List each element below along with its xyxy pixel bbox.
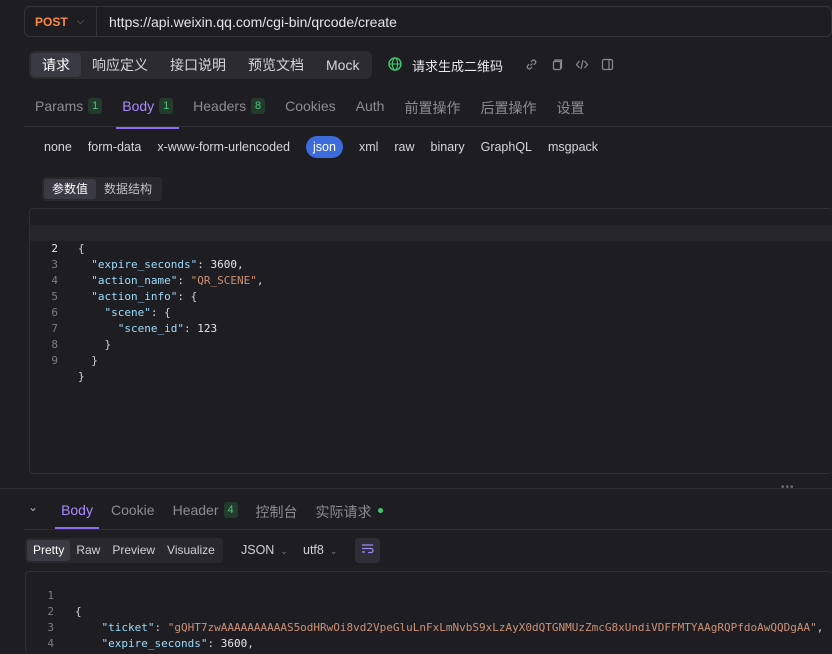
code-line: 1 { <box>30 209 832 255</box>
body-sub-tabs: 参数值 数据结构 <box>42 177 163 201</box>
format-select-value: JSON <box>241 543 275 557</box>
panel-divider[interactable] <box>0 488 832 489</box>
encoding-select-value: utf8 <box>303 543 324 557</box>
chevron-down-icon: ⌄ <box>329 546 338 556</box>
header-count-badge: 4 <box>223 502 238 518</box>
divider <box>24 126 832 127</box>
response-body-viewer[interactable]: 1 { 2 "ticket": "gQHT7zwAAAAAAAAAAS5odHR… <box>25 571 832 654</box>
request-url-bar: POST ⌵ https://api.weixin.qq.com/cgi-bin… <box>24 6 832 37</box>
method-label: POST <box>35 14 68 29</box>
body-type-form-data[interactable]: form-data <box>88 136 142 158</box>
tab-label: Header <box>172 502 219 518</box>
tab-api-description[interactable]: 接口说明 <box>159 53 237 77</box>
body-type-binary[interactable]: binary <box>431 136 465 158</box>
tab-headers[interactable]: Headers 8 <box>193 93 266 127</box>
body-count-badge: 1 <box>159 98 174 114</box>
encoding-select[interactable]: utf8 ⌄ <box>303 540 337 561</box>
body-type-none[interactable]: none <box>44 136 72 158</box>
request-body-editor[interactable]: 1 { 2 "expire_seconds": 3600, 3 "action_… <box>29 208 832 474</box>
tab-auth[interactable]: Auth <box>356 93 385 127</box>
response-tabs: ⌄ Body Cookie Header 4 控制台 实际请求 <box>28 497 392 529</box>
tab-raw[interactable]: Raw <box>70 540 106 561</box>
code-line: 5 } <box>26 636 832 654</box>
split-panel-icon[interactable] <box>601 58 614 74</box>
tab-preview[interactable]: Preview <box>106 540 161 561</box>
code-line: 2 "ticket": "gQHT7zwAAAAAAAAAAS5odHRwOi8… <box>26 588 832 634</box>
url-input[interactable]: https://api.weixin.qq.com/cgi-bin/qrcode… <box>97 14 397 30</box>
tab-label: Params <box>35 98 84 114</box>
tab-pretty[interactable]: Pretty <box>27 540 71 561</box>
divider <box>24 529 832 530</box>
body-type-raw[interactable]: raw <box>394 136 414 158</box>
wrap-icon <box>362 544 374 554</box>
method-select[interactable]: POST ⌵ <box>25 7 97 36</box>
tab-label: 实际请求 <box>315 504 372 520</box>
code-line: 9 } <box>30 337 832 383</box>
chevron-down-icon: ⌵ <box>76 16 85 27</box>
code-text: } <box>78 354 98 367</box>
code-line: 8 } <box>30 321 832 367</box>
chevron-down-icon: ⌄ <box>280 546 288 556</box>
tab-label: Body <box>122 98 155 114</box>
code-line: 7 } <box>30 305 832 351</box>
link-icon[interactable] <box>525 58 538 74</box>
collapse-chevron-icon[interactable]: ⌄ <box>28 500 38 514</box>
code-line: 5 "scene": { <box>30 273 832 319</box>
tab-response-body[interactable]: Body <box>55 497 99 529</box>
params-count-badge: 1 <box>88 98 103 114</box>
top-tab-group: 请求 响应定义 接口说明 预览文档 Mock <box>29 51 373 79</box>
code-line: 6 "scene_id": 123 <box>30 289 832 335</box>
tab-preview-docs[interactable]: 预览文档 <box>237 53 315 77</box>
code-text: } <box>78 370 85 383</box>
tab-label: Headers <box>193 98 247 114</box>
body-type-graphql[interactable]: GraphQL <box>481 136 532 158</box>
body-type-xml[interactable]: xml <box>359 136 378 158</box>
tab-response-cookie[interactable]: Cookie <box>111 497 155 529</box>
format-select[interactable]: JSON ⌄ <box>241 540 288 561</box>
body-type-urlencoded[interactable]: x-www-form-urlencoded <box>157 136 290 158</box>
headers-count-badge: 8 <box>251 98 266 114</box>
endpoint-header: 请求生成二维码 <box>388 56 614 75</box>
tab-actual-request[interactable]: 实际请求 <box>316 497 383 529</box>
endpoint-name: 请求生成二维码 <box>412 59 504 74</box>
code-line: 1 { <box>26 572 832 618</box>
tab-response-header[interactable]: Header 4 <box>173 497 238 529</box>
code-line: 4 "action_info": { <box>30 257 832 303</box>
globe-icon <box>388 57 402 74</box>
param-tabs: Params 1 Body 1 Headers 8 Cookies Auth 前置操作… <box>25 93 594 129</box>
code-line: 3 "expire_seconds": 3600, <box>26 604 832 650</box>
tab-settings[interactable]: 设置 <box>556 93 584 127</box>
tab-console[interactable]: 控制台 <box>256 497 298 529</box>
tab-body[interactable]: Body 1 <box>116 93 180 129</box>
status-dot-icon <box>377 508 383 513</box>
code-line: 3 "action_name": "QR_SCENE", <box>30 241 832 287</box>
copy-icon[interactable] <box>550 58 563 74</box>
tab-post-operations[interactable]: 后置操作 <box>480 93 536 127</box>
code-icon[interactable] <box>575 58 589 74</box>
wrap-lines-button[interactable] <box>355 538 380 563</box>
tab-cookies[interactable]: Cookies <box>285 93 336 127</box>
code-line: 4 "url": "http://weixin.qq.com/q/02_GPLc… <box>26 620 832 654</box>
body-type-msgpack[interactable]: msgpack <box>548 136 598 158</box>
tab-request[interactable]: 请求 <box>31 53 81 77</box>
body-type-selector: none form-data x-www-form-urlencoded jso… <box>36 136 606 158</box>
tab-response-definition[interactable]: 响应定义 <box>81 53 159 77</box>
code-line: 2 "expire_seconds": 3600, <box>30 225 832 271</box>
tab-param-values[interactable]: 参数值 <box>44 179 97 199</box>
tab-data-structure[interactable]: 数据结构 <box>96 179 160 199</box>
line-number: 9 <box>51 354 58 367</box>
body-type-json[interactable]: json <box>306 136 343 158</box>
tab-mock[interactable]: Mock <box>315 53 370 77</box>
tab-params[interactable]: Params 1 <box>35 93 103 127</box>
tab-pre-operations[interactable]: 前置操作 <box>404 93 460 127</box>
tab-visualize[interactable]: Visualize <box>161 540 221 561</box>
drag-handle-icon[interactable]: ••• <box>781 482 795 493</box>
response-format-tabs: Pretty Raw Preview Visualize <box>25 538 223 563</box>
